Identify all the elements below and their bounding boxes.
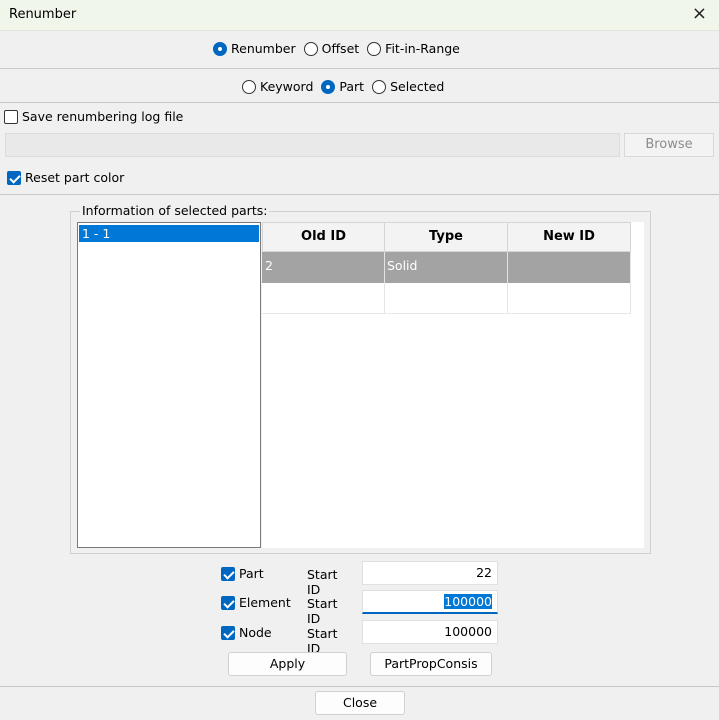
title-bar: Renumber × [0, 0, 719, 31]
divider [0, 686, 719, 687]
column-header-type[interactable]: Type [384, 222, 508, 252]
parts-list[interactable]: 1 - 1 [77, 222, 261, 548]
empty-cell [507, 283, 631, 314]
node-start-id-input[interactable]: 100000 [362, 620, 498, 644]
cell-old-id: 2 [262, 252, 385, 283]
radio-fit-in-range[interactable]: Fit-in-Range [367, 41, 460, 56]
radio-renumber[interactable]: Renumber [213, 41, 296, 56]
column-header-old-id[interactable]: Old ID [262, 222, 385, 252]
browse-button[interactable]: Browse [624, 133, 714, 157]
radio-part-indicator[interactable] [321, 79, 336, 94]
divider [0, 102, 719, 103]
reset-color-label: Reset part color [25, 170, 125, 185]
element-label: Element [239, 595, 291, 610]
radio-renumber-indicator[interactable] [213, 41, 227, 56]
node-checkbox[interactable] [221, 625, 235, 640]
reset-color-checkbox-row[interactable]: Reset part color [7, 170, 124, 185]
part-label: Part [239, 566, 264, 581]
radio-keyword[interactable]: Keyword [242, 79, 313, 94]
list-item[interactable]: 1 - 1 [79, 225, 259, 242]
window-title: Renumber [9, 7, 77, 22]
apply-button[interactable]: Apply [228, 652, 347, 676]
element-start-id-value: 100000 [444, 594, 492, 609]
radio-fit-in-range-indicator[interactable] [367, 41, 382, 56]
groupbox-title: Information of selected parts: [80, 203, 270, 218]
part-start-id-label: Start ID [307, 567, 338, 597]
radio-fit-in-range-label: Fit-in-Range [385, 41, 460, 56]
partpropconsis-button[interactable]: PartPropConsis [370, 652, 492, 676]
cell-type: Solid [384, 252, 508, 283]
radio-offset-indicator[interactable] [303, 41, 318, 56]
scope-radio-group: Keyword Part Selected [242, 79, 452, 94]
save-log-checkbox-row[interactable]: Save renumbering log file [4, 109, 183, 124]
reset-color-checkbox[interactable] [7, 170, 21, 185]
radio-offset[interactable]: Offset [303, 41, 360, 56]
log-path-input[interactable] [5, 133, 620, 157]
mode-radio-group: Renumber Offset Fit-in-Range [213, 41, 468, 56]
element-start-id-label: Start ID [307, 596, 338, 626]
close-button[interactable]: Close [315, 691, 405, 715]
radio-part[interactable]: Part [321, 79, 364, 94]
element-id-row: Element Start ID [221, 595, 338, 626]
part-checkbox[interactable] [221, 566, 235, 581]
divider [0, 194, 719, 195]
radio-selected-label: Selected [390, 79, 445, 94]
parts-table: Old ID Type New ID 2 Solid [262, 222, 644, 548]
cell-new-id [507, 252, 631, 283]
node-id-row: Node Start ID [221, 625, 338, 656]
element-checkbox[interactable] [221, 595, 235, 610]
save-log-label: Save renumbering log file [22, 109, 184, 124]
radio-keyword-indicator[interactable] [242, 79, 256, 94]
radio-selected[interactable]: Selected [372, 79, 444, 94]
divider [0, 68, 719, 69]
radio-renumber-label: Renumber [231, 41, 296, 56]
radio-keyword-label: Keyword [260, 79, 314, 94]
part-start-id-input[interactable]: 22 [362, 561, 498, 585]
part-id-row: Part Start ID [221, 566, 338, 597]
radio-part-label: Part [339, 79, 365, 94]
empty-cell [384, 283, 508, 314]
element-start-id-input[interactable]: 100000 [362, 590, 498, 614]
close-icon[interactable]: × [692, 3, 707, 24]
empty-cell [262, 283, 385, 314]
save-log-checkbox[interactable] [4, 109, 18, 124]
radio-offset-label: Offset [321, 41, 360, 56]
column-header-new-id[interactable]: New ID [507, 222, 631, 252]
radio-selected-indicator[interactable] [372, 79, 387, 94]
node-label: Node [239, 625, 272, 640]
